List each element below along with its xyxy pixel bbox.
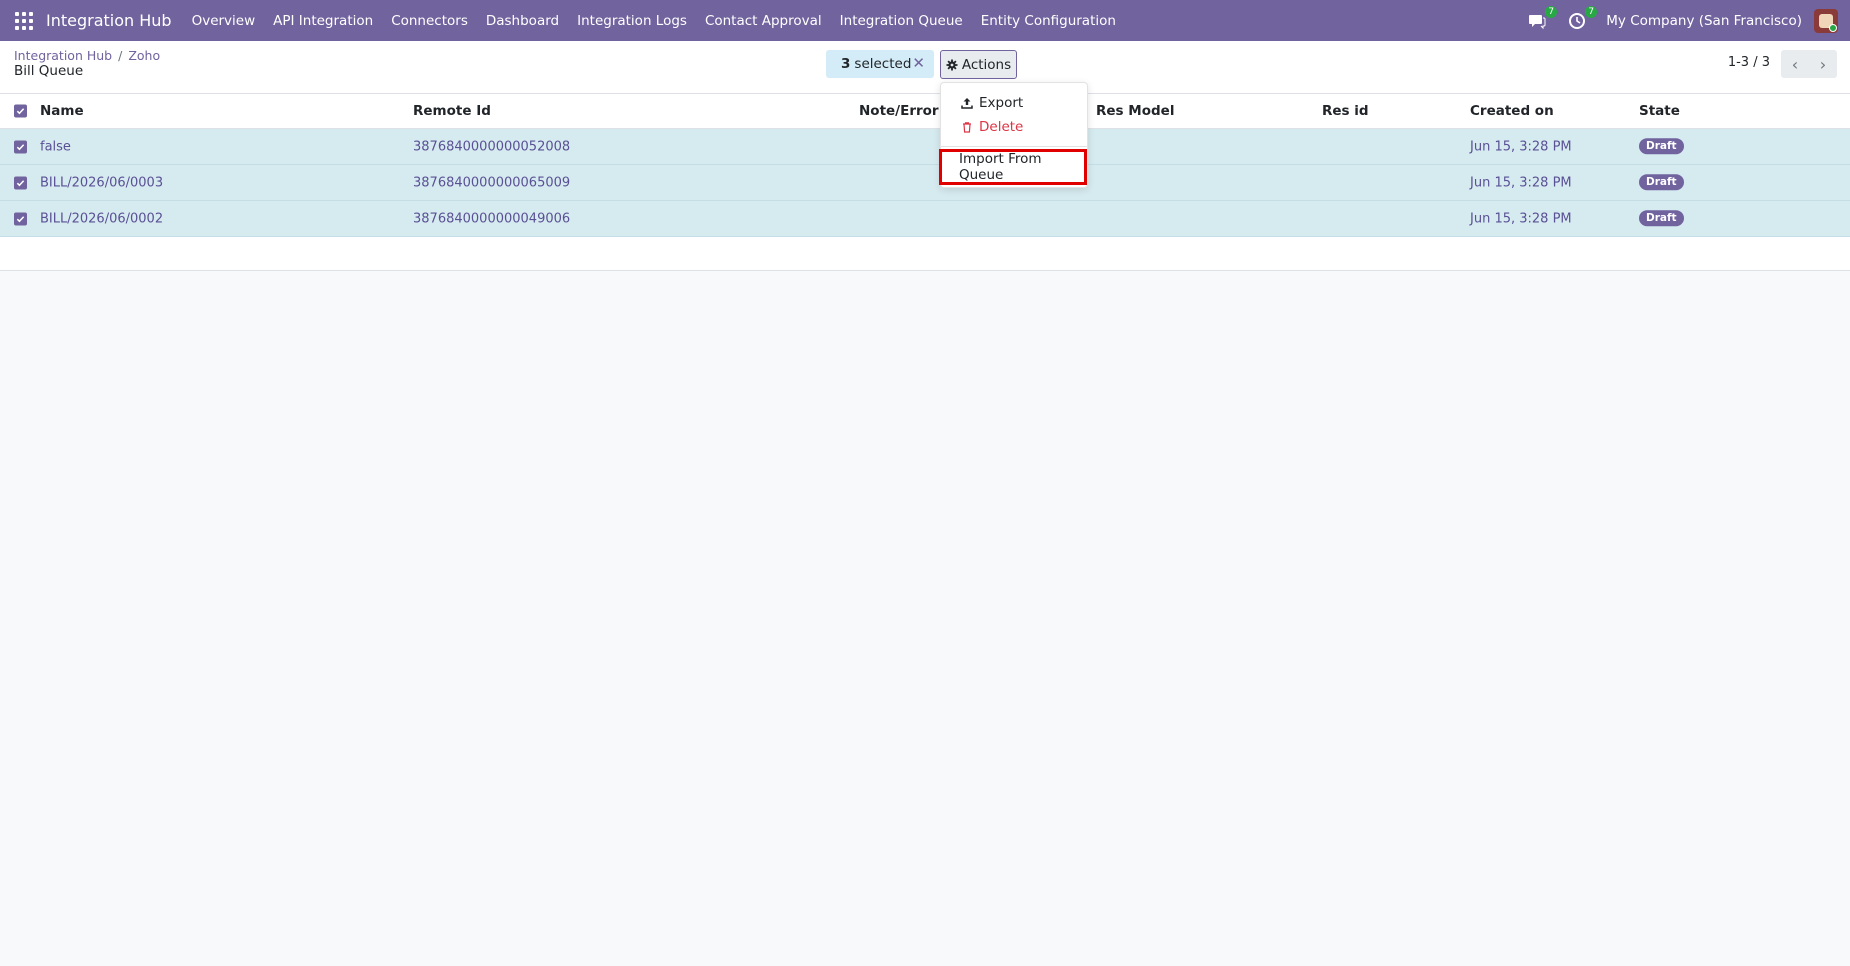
cell-remote-id[interactable]: 3876840000000065009 bbox=[413, 175, 570, 190]
check-icon bbox=[16, 108, 25, 115]
state-badge: Draft bbox=[1639, 173, 1684, 190]
menu-divider bbox=[941, 146, 1087, 147]
export-label: Export bbox=[979, 95, 1024, 111]
state-badge: Draft bbox=[1639, 209, 1684, 226]
column-header-created-on[interactable]: Created on bbox=[1470, 103, 1554, 119]
selection-indicator: 3 selected ✕ bbox=[826, 50, 934, 78]
menu-item-import-from-queue[interactable]: Import From Queue bbox=[939, 149, 1087, 185]
table-footer-row bbox=[0, 237, 1850, 271]
control-panel: Integration Hub / Zoho Bill Queue 3 select… bbox=[0, 41, 1850, 94]
activities-button[interactable]: 7 bbox=[1566, 5, 1598, 32]
pager-previous-button[interactable]: ‹ bbox=[1781, 50, 1809, 78]
clear-selection-icon[interactable]: ✕ bbox=[912, 54, 925, 72]
pager-next-button[interactable]: › bbox=[1809, 50, 1837, 78]
menu-item-export[interactable]: Export bbox=[961, 95, 1023, 111]
menu-connectors[interactable]: Connectors bbox=[391, 13, 468, 29]
check-icon bbox=[16, 179, 25, 186]
select-all-checkbox[interactable] bbox=[14, 104, 27, 118]
trash-icon bbox=[963, 122, 971, 133]
menu-integration-queue[interactable]: Integration Queue bbox=[840, 13, 963, 29]
activities-counter: 7 bbox=[1585, 5, 1598, 18]
cell-remote-id[interactable]: 3876840000000049006 bbox=[413, 211, 570, 226]
cell-name[interactable]: false bbox=[40, 139, 71, 154]
actions-button[interactable]: Actions bbox=[940, 50, 1017, 79]
table-row[interactable]: BILL/2026/06/0002 3876840000000049006 Ju… bbox=[0, 201, 1850, 237]
upload-icon bbox=[961, 98, 973, 109]
page-title: Bill Queue bbox=[14, 63, 84, 79]
row-checkbox[interactable] bbox=[14, 176, 27, 189]
column-header-remote-id[interactable]: Remote Id bbox=[413, 103, 491, 119]
chevron-right-icon: › bbox=[1819, 54, 1827, 74]
online-status-icon bbox=[1829, 23, 1837, 32]
state-badge: Draft bbox=[1639, 137, 1684, 154]
pager-value[interactable]: 1-3 / 3 bbox=[1728, 55, 1770, 70]
delete-label: Delete bbox=[979, 119, 1024, 135]
gear-icon bbox=[946, 59, 958, 70]
chevron-left-icon: ‹ bbox=[1791, 54, 1799, 74]
column-header-res-id[interactable]: Res id bbox=[1322, 103, 1369, 119]
row-checkbox[interactable] bbox=[14, 140, 27, 153]
user-avatar[interactable] bbox=[1814, 8, 1838, 33]
cell-created-on[interactable]: Jun 15, 3:28 PM bbox=[1470, 175, 1572, 190]
breadcrumb: Integration Hub / Zoho bbox=[14, 48, 160, 63]
column-header-state[interactable]: State bbox=[1639, 103, 1680, 119]
app-brand[interactable]: Integration Hub bbox=[46, 11, 172, 30]
menu-item-delete[interactable]: Delete bbox=[961, 119, 1023, 135]
apps-grid-icon[interactable] bbox=[14, 11, 34, 31]
selected-count: 3 bbox=[841, 56, 851, 72]
actions-dropdown-menu: Export Delete Import From Queue bbox=[939, 82, 1088, 188]
clock-icon bbox=[1569, 12, 1586, 29]
table-row[interactable]: false 3876840000000052008 Jun 15, 3:28 P… bbox=[0, 129, 1850, 165]
column-header-name[interactable]: Name bbox=[40, 103, 84, 119]
menu-dashboard[interactable]: Dashboard bbox=[486, 13, 559, 29]
cell-created-on[interactable]: Jun 15, 3:28 PM bbox=[1470, 139, 1572, 154]
table-row[interactable]: BILL/2026/06/0003 3876840000000065009 Ju… bbox=[0, 165, 1850, 201]
cell-created-on[interactable]: Jun 15, 3:28 PM bbox=[1470, 211, 1572, 226]
column-header-res-model[interactable]: Res Model bbox=[1096, 103, 1174, 119]
breadcrumb-separator: / bbox=[118, 48, 123, 63]
selected-label: selected bbox=[854, 56, 912, 72]
menu-entity-configuration[interactable]: Entity Configuration bbox=[981, 13, 1116, 29]
messages-button[interactable]: 7 bbox=[1526, 5, 1558, 32]
messages-counter: 7 bbox=[1545, 5, 1558, 18]
menu-api-integration[interactable]: API Integration bbox=[273, 13, 373, 29]
list-table: Name Remote Id Note/Error Res Model Res … bbox=[0, 94, 1850, 271]
check-icon bbox=[16, 215, 25, 222]
actions-label: Actions bbox=[961, 56, 1012, 73]
menu-contact-approval[interactable]: Contact Approval bbox=[705, 13, 822, 29]
cell-name[interactable]: BILL/2026/06/0002 bbox=[40, 211, 163, 226]
breadcrumb-integration-hub[interactable]: Integration Hub bbox=[14, 48, 112, 63]
check-icon bbox=[16, 143, 25, 150]
chat-icon bbox=[1529, 14, 1546, 29]
menu-integration-logs[interactable]: Integration Logs bbox=[577, 13, 687, 29]
menu-overview[interactable]: Overview bbox=[192, 13, 256, 29]
company-switcher[interactable]: My Company (San Francisco) bbox=[1606, 13, 1802, 29]
cell-name[interactable]: BILL/2026/06/0003 bbox=[40, 175, 163, 190]
breadcrumb-zoho[interactable]: Zoho bbox=[128, 48, 160, 63]
top-navbar: Integration Hub Overview API Integration… bbox=[0, 0, 1850, 41]
table-header: Name Remote Id Note/Error Res Model Res … bbox=[0, 94, 1850, 129]
cell-remote-id[interactable]: 3876840000000052008 bbox=[413, 139, 570, 154]
column-header-note-error[interactable]: Note/Error bbox=[859, 103, 939, 119]
row-checkbox[interactable] bbox=[14, 212, 27, 225]
